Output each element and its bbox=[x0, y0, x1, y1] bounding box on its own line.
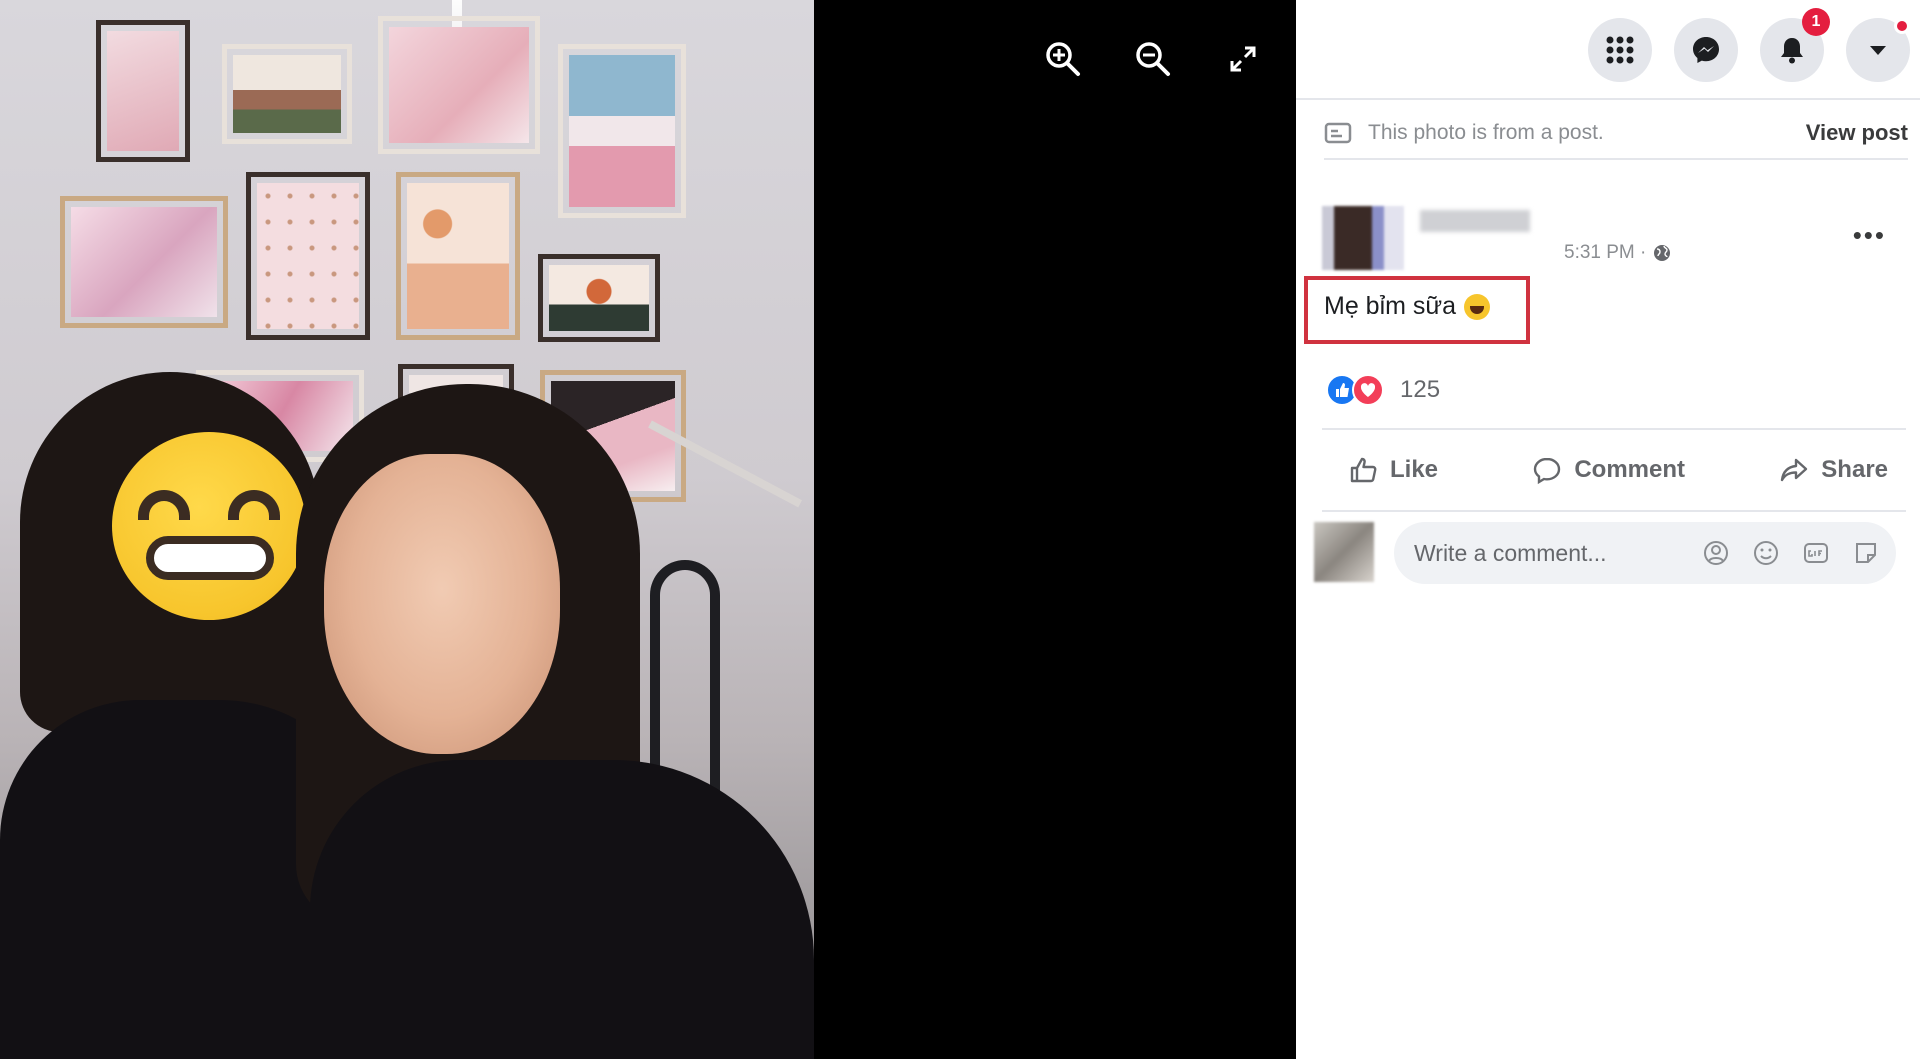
zoom-in-button[interactable] bbox=[1040, 36, 1086, 82]
comment-button[interactable]: Comment bbox=[1532, 455, 1685, 485]
laughing-emoji-icon bbox=[1464, 293, 1491, 320]
wall-frame bbox=[246, 172, 370, 340]
comment-bubble-icon bbox=[1534, 457, 1561, 485]
account-menu-button[interactable] bbox=[1846, 18, 1910, 82]
wall-frame bbox=[222, 44, 352, 144]
comment-input[interactable]: Write a comment... bbox=[1394, 522, 1896, 584]
wall-frame bbox=[538, 254, 660, 342]
timestamp-text: 5:31 PM · bbox=[1564, 242, 1647, 263]
notifications-button[interactable]: 1 bbox=[1760, 8, 1830, 82]
wall-frame bbox=[558, 44, 686, 218]
photo-from-post-row: This photo is from a post. View post bbox=[1324, 118, 1908, 160]
avatar-sticker-icon bbox=[1704, 541, 1728, 565]
post-photo[interactable] bbox=[0, 0, 814, 1059]
thumbs-up-icon bbox=[1350, 457, 1377, 483]
share-label: Share bbox=[1821, 456, 1888, 483]
menu-grid-icon bbox=[1606, 36, 1634, 64]
reaction-count: 125 bbox=[1400, 376, 1441, 403]
wall-frame bbox=[96, 20, 190, 162]
avatar-sticker-button[interactable] bbox=[1700, 537, 1732, 569]
photo-viewer-page: 1 This photo is from a post. View post 5… bbox=[0, 0, 1920, 1059]
share-arrow-icon bbox=[1781, 458, 1808, 482]
fullscreen-button[interactable] bbox=[1220, 36, 1266, 82]
gif-icon bbox=[1804, 543, 1828, 563]
sticker-icon bbox=[1856, 543, 1876, 563]
zoom-out-icon bbox=[1136, 42, 1170, 76]
post-timestamp[interactable]: 5:31 PM · bbox=[1564, 242, 1672, 264]
like-label: Like bbox=[1390, 456, 1439, 483]
comment-label: Comment bbox=[1574, 456, 1685, 483]
like-button[interactable]: Like bbox=[1348, 455, 1438, 485]
wall-frame bbox=[396, 172, 520, 340]
account-caret-icon bbox=[1870, 46, 1886, 55]
messenger-icon bbox=[1693, 37, 1719, 63]
post-side-panel: 1 This photo is from a post. View post 5… bbox=[1296, 0, 1920, 1059]
caption-text: Mẹ bỉm sữa bbox=[1324, 292, 1457, 320]
post-actions-bar: Like Comment Share bbox=[1322, 428, 1906, 512]
zoom-in-icon bbox=[1046, 42, 1080, 76]
right-person-face bbox=[324, 454, 560, 754]
reactions-summary[interactable]: 125 bbox=[1326, 374, 1440, 406]
author-name-blurred[interactable] bbox=[1420, 210, 1530, 232]
globe-icon bbox=[1654, 245, 1671, 261]
smiley-icon bbox=[1754, 541, 1778, 565]
notification-badge: 1 bbox=[1802, 8, 1830, 36]
comment-placeholder: Write a comment... bbox=[1414, 539, 1607, 566]
more-options-icon[interactable]: ••• bbox=[1853, 220, 1886, 251]
messenger-button[interactable] bbox=[1674, 18, 1738, 82]
view-post-link[interactable]: View post bbox=[1806, 120, 1908, 146]
share-button[interactable]: Share bbox=[1779, 455, 1888, 485]
emoji-button[interactable] bbox=[1750, 537, 1782, 569]
current-user-avatar[interactable] bbox=[1314, 522, 1374, 582]
wall-frame bbox=[60, 196, 228, 328]
caption-highlight-box: Mẹ bỉm sữa bbox=[1304, 276, 1530, 344]
post-caption: Mẹ bỉm sữa bbox=[1324, 292, 1491, 321]
from-post-text: This photo is from a post. bbox=[1368, 121, 1604, 144]
love-reaction-icon bbox=[1352, 374, 1384, 406]
wall-frame bbox=[378, 16, 540, 154]
photo-viewer bbox=[0, 0, 1296, 1059]
notifications-bell-icon bbox=[1781, 38, 1803, 64]
right-person-body bbox=[310, 760, 814, 1059]
gif-button[interactable] bbox=[1800, 537, 1832, 569]
author-avatar[interactable] bbox=[1322, 206, 1404, 270]
top-navigation: 1 bbox=[1296, 0, 1920, 100]
zoom-out-button[interactable] bbox=[1130, 36, 1176, 82]
grinning-face-emoji-icon bbox=[112, 432, 306, 620]
account-alert-dot bbox=[1894, 18, 1910, 34]
post-author-header: 5:31 PM · ••• bbox=[1322, 196, 1906, 276]
expand-icon bbox=[1230, 46, 1256, 72]
comment-composer: Write a comment... bbox=[1314, 522, 1914, 584]
viewer-toolbar bbox=[1040, 36, 1266, 82]
post-info-icon bbox=[1324, 122, 1352, 144]
sticker-button[interactable] bbox=[1850, 537, 1882, 569]
menu-button[interactable] bbox=[1588, 18, 1652, 82]
